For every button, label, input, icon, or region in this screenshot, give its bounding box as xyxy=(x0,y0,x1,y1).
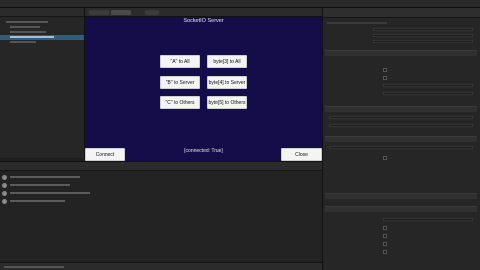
send-byte5-to-others-button[interactable]: byte[5] to Others xyxy=(207,96,247,109)
inspector-field[interactable] xyxy=(373,40,473,43)
hierarchy-panel xyxy=(0,8,85,158)
toggle-checkbox[interactable] xyxy=(383,156,387,160)
component-header[interactable] xyxy=(325,106,477,112)
log-entry[interactable] xyxy=(0,174,322,182)
log-entry[interactable] xyxy=(0,190,322,198)
toggle-checkbox[interactable] xyxy=(383,76,387,80)
game-title: SocketIO Server xyxy=(183,18,224,24)
console-panel xyxy=(0,161,322,270)
info-icon xyxy=(2,199,7,204)
send-a-to-all-button[interactable]: "A" to All xyxy=(160,55,200,68)
info-icon xyxy=(2,183,7,188)
view-tabs xyxy=(85,8,322,17)
tab-asset-store[interactable] xyxy=(145,10,159,15)
inspector-panel xyxy=(322,8,480,270)
close-button[interactable]: Close xyxy=(281,148,322,161)
component-header[interactable] xyxy=(325,193,477,199)
component-header[interactable] xyxy=(325,50,477,56)
inspector-field[interactable] xyxy=(329,124,473,127)
inspector-field[interactable] xyxy=(383,92,473,95)
send-b-to-server-button[interactable]: "B" to Server xyxy=(160,76,200,89)
toggle-checkbox[interactable] xyxy=(383,242,387,246)
console-toolbar xyxy=(0,162,322,171)
toggle-checkbox[interactable] xyxy=(383,234,387,238)
inspector-header xyxy=(323,8,480,18)
send-c-to-others-button[interactable]: "C" to Others xyxy=(160,96,200,109)
inspector-field[interactable] xyxy=(383,218,473,221)
inspector-field[interactable] xyxy=(373,34,473,37)
hierarchy-header xyxy=(0,8,84,17)
tab-game[interactable] xyxy=(111,10,131,15)
inspector-field[interactable] xyxy=(329,116,473,119)
editor-toolbar xyxy=(0,0,480,8)
inspector-field[interactable] xyxy=(373,28,473,31)
component-header[interactable] xyxy=(325,206,477,212)
inspector-field[interactable] xyxy=(329,146,473,149)
info-icon xyxy=(2,191,7,196)
toggle-checkbox[interactable] xyxy=(383,68,387,72)
tab-scene[interactable] xyxy=(89,10,109,15)
info-icon xyxy=(2,175,7,180)
component-header[interactable] xyxy=(325,136,477,142)
inspector-field[interactable] xyxy=(383,84,473,87)
log-entry[interactable] xyxy=(0,198,322,206)
log-entry[interactable] xyxy=(0,182,322,190)
status-bar xyxy=(0,262,322,270)
toggle-checkbox[interactable] xyxy=(383,250,387,254)
game-view: SocketIO Server "A" to All byte[3] to Al… xyxy=(85,17,322,161)
hierarchy-item[interactable] xyxy=(0,40,84,45)
send-byte4-to-server-button[interactable]: byte[4] to Server xyxy=(207,76,247,89)
send-byte3-to-all-button[interactable]: byte[3] to All xyxy=(207,55,247,68)
toggle-checkbox[interactable] xyxy=(383,226,387,230)
inspector-row xyxy=(327,22,387,24)
